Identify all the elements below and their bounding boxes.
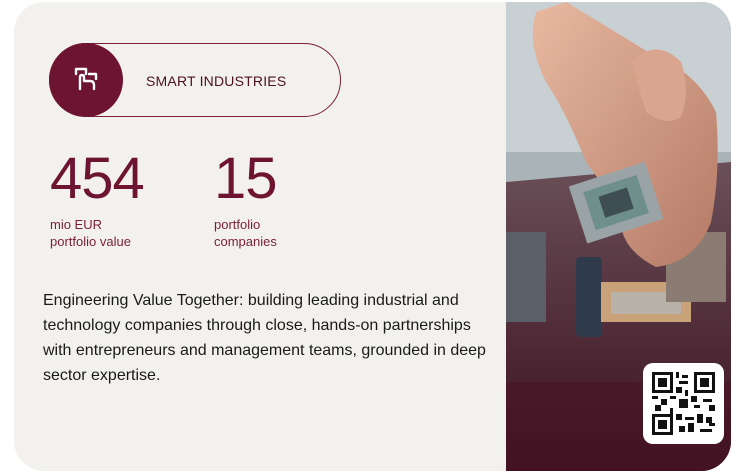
- stat-label-line2: companies: [214, 234, 277, 249]
- stat-value: 454: [50, 146, 145, 211]
- hand-cursor-icon: [49, 43, 123, 117]
- sector-badge[interactable]: SMART INDUSTRIES: [49, 43, 341, 117]
- sector-label: SMART INDUSTRIES: [146, 73, 287, 89]
- stat-portfolio-companies: 15 portfolio companies: [214, 146, 278, 250]
- qr-code[interactable]: [643, 363, 724, 444]
- stat-label-line2: portfolio value: [50, 234, 131, 249]
- stat-value: 15: [214, 146, 278, 211]
- stat-label: mio EUR portfolio value: [50, 216, 144, 250]
- stat-portfolio-value: 454 mio EUR portfolio value: [50, 146, 145, 250]
- sector-description: Engineering Value Together: building lea…: [43, 292, 486, 384]
- stat-label-line1: mio EUR: [50, 217, 103, 232]
- sector-card: SMART INDUSTRIES 454 mio EUR portfolio v…: [14, 2, 731, 471]
- stat-label: portfolio companies: [214, 216, 277, 250]
- stat-label-line1: portfolio: [214, 217, 261, 232]
